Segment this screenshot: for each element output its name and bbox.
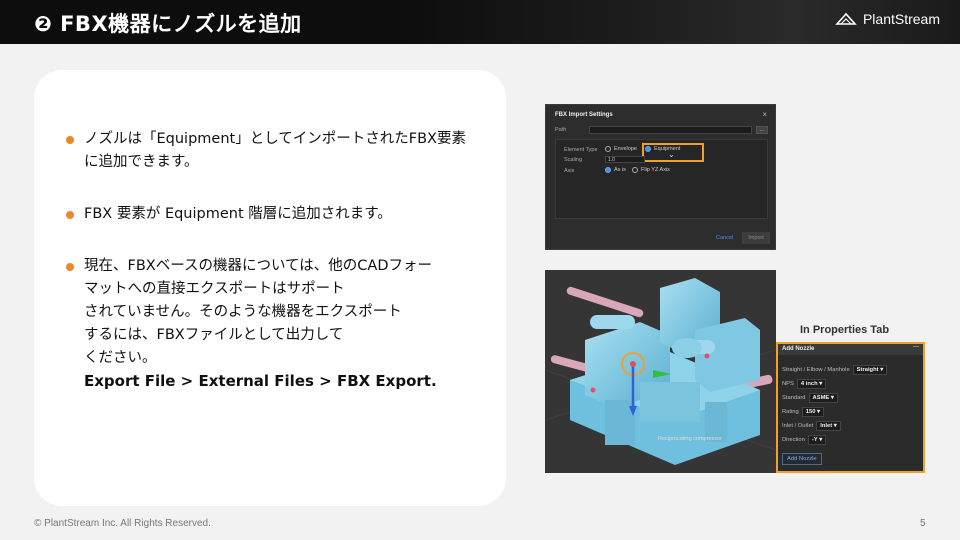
row-nps: NPS 4 inch ▾	[782, 379, 827, 389]
plantstream-logo-icon	[835, 12, 857, 25]
row-label: Straight / Elbow / Manhole	[782, 367, 850, 373]
add-nozzle-button[interactable]: Add Nozzle	[782, 453, 822, 465]
row-label: Rating	[782, 409, 799, 415]
compressor-model	[545, 278, 776, 465]
direction-select[interactable]: -Y ▾	[807, 435, 827, 445]
bullet-line: 現在、FBXベースの機器については、他のCADフォー	[84, 258, 432, 274]
rating-select[interactable]: 150 ▾	[801, 407, 824, 417]
radio-envelope[interactable]: Envelope	[605, 146, 637, 152]
export-path-text: Export File > External Files > FBX Expor…	[84, 372, 437, 390]
radio-label: As is	[614, 167, 626, 173]
scaling-input[interactable]: 1.0	[605, 156, 645, 163]
row-standard: Standard ASME ▾	[782, 393, 838, 403]
row-label: Standard	[782, 395, 806, 401]
bullet-dot	[66, 263, 74, 271]
bullet-line: ノズルは「Equipment」としてインポートされたFBX要素	[84, 131, 466, 147]
axis-label: Axis	[564, 168, 575, 174]
cancel-button[interactable]: Cancel	[716, 235, 733, 241]
bullet-line: されていません。そのような機器をエクスポート	[84, 304, 402, 320]
content-card: ノズルは「Equipment」としてインポートされたFBX要素 に追加できます。…	[34, 70, 506, 506]
radio-label: Flip YZ Axis	[641, 167, 670, 173]
add-nozzle-panel: Add Nozzle — Straight / Elbow / Manhole …	[776, 342, 925, 473]
bullet-3: 現在、FBXベースの機器については、他のCADフォー マットへの直接エクスポート…	[66, 255, 437, 393]
close-icon[interactable]: ×	[762, 110, 767, 119]
properties-tab-caption: In Properties Tab	[800, 324, 890, 336]
radio-label: Envelope	[614, 146, 637, 152]
path-label: Path	[555, 127, 567, 133]
radio-selected-icon	[605, 167, 611, 173]
brand-logo: PlantStream	[835, 11, 940, 27]
page-title: ❷ FBX機器にノズルを追加	[34, 12, 302, 36]
panel-header: Add Nozzle —	[778, 344, 923, 355]
mouse-cursor-icon: ⌄	[668, 150, 675, 159]
bullet-dot	[66, 211, 74, 219]
bullet-line: マットへの直接エクスポートはサポート	[84, 281, 345, 297]
bullet-2: FBX 要素が Equipment 階層に追加されます。	[66, 203, 392, 226]
dialog-title: FBX Import Settings	[555, 112, 613, 118]
radio-flip-yz[interactable]: Flip YZ Axis	[632, 167, 670, 173]
scaling-label: Scaling	[564, 157, 583, 163]
nps-select[interactable]: 4 inch ▾	[796, 379, 827, 389]
row-rating: Rating 150 ▾	[782, 407, 824, 417]
bullet-dot	[66, 136, 74, 144]
minimize-icon[interactable]: —	[913, 344, 919, 350]
radio-as-is[interactable]: As is	[605, 167, 626, 173]
path-input[interactable]	[589, 126, 752, 134]
header-bar: ❷ FBX機器にノズルを追加 PlantStream	[0, 0, 960, 44]
row-label: Direction	[782, 437, 805, 443]
3d-viewport[interactable]: Reciprocating compressor	[545, 270, 776, 473]
row-direction: Direction -Y ▾	[782, 435, 827, 445]
bullet-line: するには、FBXファイルとして出力して	[84, 327, 344, 343]
bullet-text: 現在、FBXベースの機器については、他のCADフォー マットへの直接エクスポート…	[84, 255, 437, 393]
bullet-line: FBX 要素が Equipment 階層に追加されます。	[84, 206, 392, 222]
radio-icon	[605, 146, 611, 152]
bullet-line: ください。	[84, 350, 157, 366]
inlet-outlet-select[interactable]: Inlet ▾	[816, 421, 841, 431]
row-label: Inlet / Outlet	[782, 423, 814, 429]
row-type: Straight / Elbow / Manhole Straight ▾	[782, 365, 888, 375]
bullet-1: ノズルは「Equipment」としてインポートされたFBX要素 に追加できます。	[66, 128, 466, 174]
radio-icon	[632, 167, 638, 173]
standard-select[interactable]: ASME ▾	[808, 393, 838, 403]
bullet-text: FBX 要素が Equipment 階層に追加されます。	[84, 203, 392, 226]
row-inlet-outlet: Inlet / Outlet Inlet ▾	[782, 421, 841, 431]
browse-button[interactable]: ...	[756, 126, 768, 134]
bullet-text: ノズルは「Equipment」としてインポートされたFBX要素 に追加できます。	[84, 128, 466, 174]
copyright-text: © PlantStream Inc. All Rights Reserved.	[34, 518, 211, 529]
page-number: 5	[920, 518, 926, 529]
fbx-import-dialog: FBX Import Settings × Path ... Element T…	[545, 104, 776, 250]
viewport-caption: Reciprocating compressor	[658, 436, 722, 442]
row-label: NPS	[782, 381, 794, 387]
bullet-line: に追加できます。	[84, 154, 199, 170]
import-button[interactable]: Import	[742, 232, 770, 244]
logo-text: PlantStream	[862, 11, 940, 27]
panel-title: Add Nozzle	[782, 346, 815, 352]
element-type-label: Element Type	[564, 147, 598, 153]
type-select[interactable]: Straight ▾	[852, 365, 888, 375]
